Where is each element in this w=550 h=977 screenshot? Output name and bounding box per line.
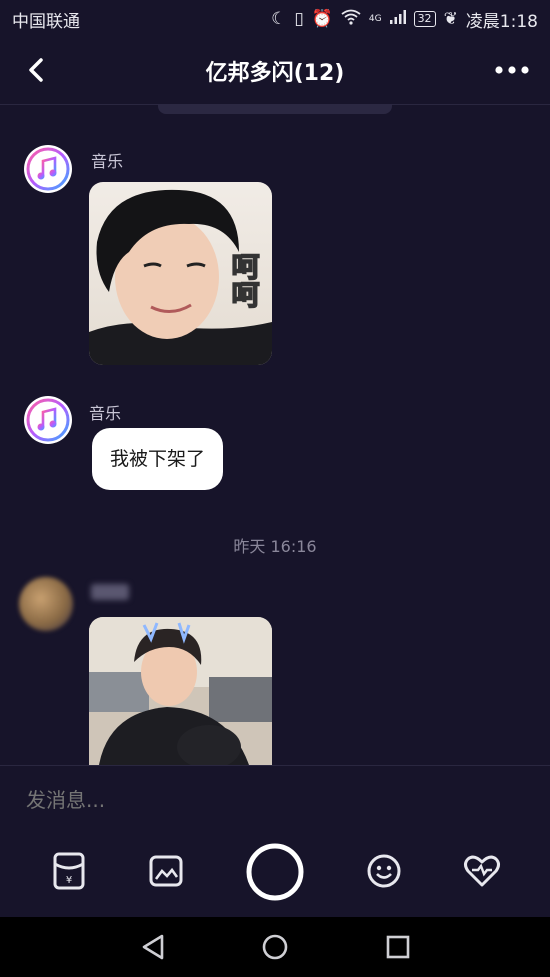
composer: ¥ bbox=[0, 765, 550, 918]
system-navigation-bar bbox=[0, 917, 550, 977]
moon-icon: ☾ bbox=[271, 9, 287, 29]
heart-button[interactable] bbox=[462, 852, 502, 890]
chat-title: 亿邦多闪(12) bbox=[205, 61, 345, 86]
camera-shutter-button[interactable] bbox=[245, 842, 305, 902]
music-app-icon bbox=[26, 147, 70, 191]
camera-shutter-icon bbox=[246, 843, 304, 901]
sender-name: 音乐 bbox=[89, 404, 122, 423]
carrier-label: 中国联通 bbox=[12, 11, 80, 32]
wifi-icon bbox=[341, 9, 361, 30]
red-packet-icon: ¥ bbox=[53, 852, 85, 890]
pinned-tab bbox=[158, 104, 392, 114]
triangle-back-icon bbox=[142, 934, 164, 960]
music-app-icon bbox=[26, 398, 70, 442]
avatar-music[interactable] bbox=[24, 396, 72, 444]
red-packet-button[interactable]: ¥ bbox=[50, 852, 88, 890]
signal-icon bbox=[389, 9, 406, 29]
image-icon bbox=[149, 855, 183, 887]
battery-indicator: 32 bbox=[413, 11, 436, 27]
network-type: 4G bbox=[368, 14, 382, 24]
more-dots-icon bbox=[495, 66, 529, 74]
avatar-music[interactable] bbox=[24, 145, 72, 193]
more-options-button[interactable] bbox=[492, 52, 532, 88]
text-bubble[interactable]: 我被下架了 bbox=[92, 428, 224, 490]
chat-header: 亿邦多闪(12) bbox=[0, 38, 550, 105]
image-message[interactable] bbox=[89, 617, 272, 765]
back-button[interactable] bbox=[18, 52, 54, 88]
chevron-left-icon bbox=[29, 58, 43, 82]
message-input[interactable] bbox=[24, 784, 528, 816]
sender-name: 音乐 bbox=[91, 152, 124, 171]
circle-home-icon bbox=[262, 934, 288, 960]
home-key[interactable] bbox=[259, 931, 291, 963]
vibrate-icon: ▯ bbox=[294, 9, 304, 29]
back-key[interactable] bbox=[137, 931, 169, 963]
emoji-button[interactable] bbox=[365, 852, 403, 890]
clock-time: 凌晨1:18 bbox=[465, 11, 538, 32]
leaf-icon: ❦ bbox=[443, 9, 458, 29]
recents-key[interactable] bbox=[382, 931, 414, 963]
svg-text:¥: ¥ bbox=[66, 875, 72, 886]
sticker-text-1: 呵呵 bbox=[228, 252, 261, 308]
image-picker-button[interactable] bbox=[147, 852, 185, 890]
image-message[interactable]: 呵呵 bbox=[89, 182, 272, 365]
heart-icon bbox=[464, 855, 500, 887]
sender-name-blurred bbox=[91, 584, 129, 600]
status-bar: 中国联通 ☾ ▯ ⏰ 4G 32 ❦ 凌晨1:18 bbox=[0, 0, 550, 38]
avatar-blurred[interactable] bbox=[19, 577, 73, 631]
timestamp: 昨天 16:16 bbox=[233, 537, 317, 556]
alarm-icon: ⏰ bbox=[311, 9, 333, 29]
square-recents-icon bbox=[386, 935, 410, 959]
emoji-icon bbox=[367, 854, 401, 888]
